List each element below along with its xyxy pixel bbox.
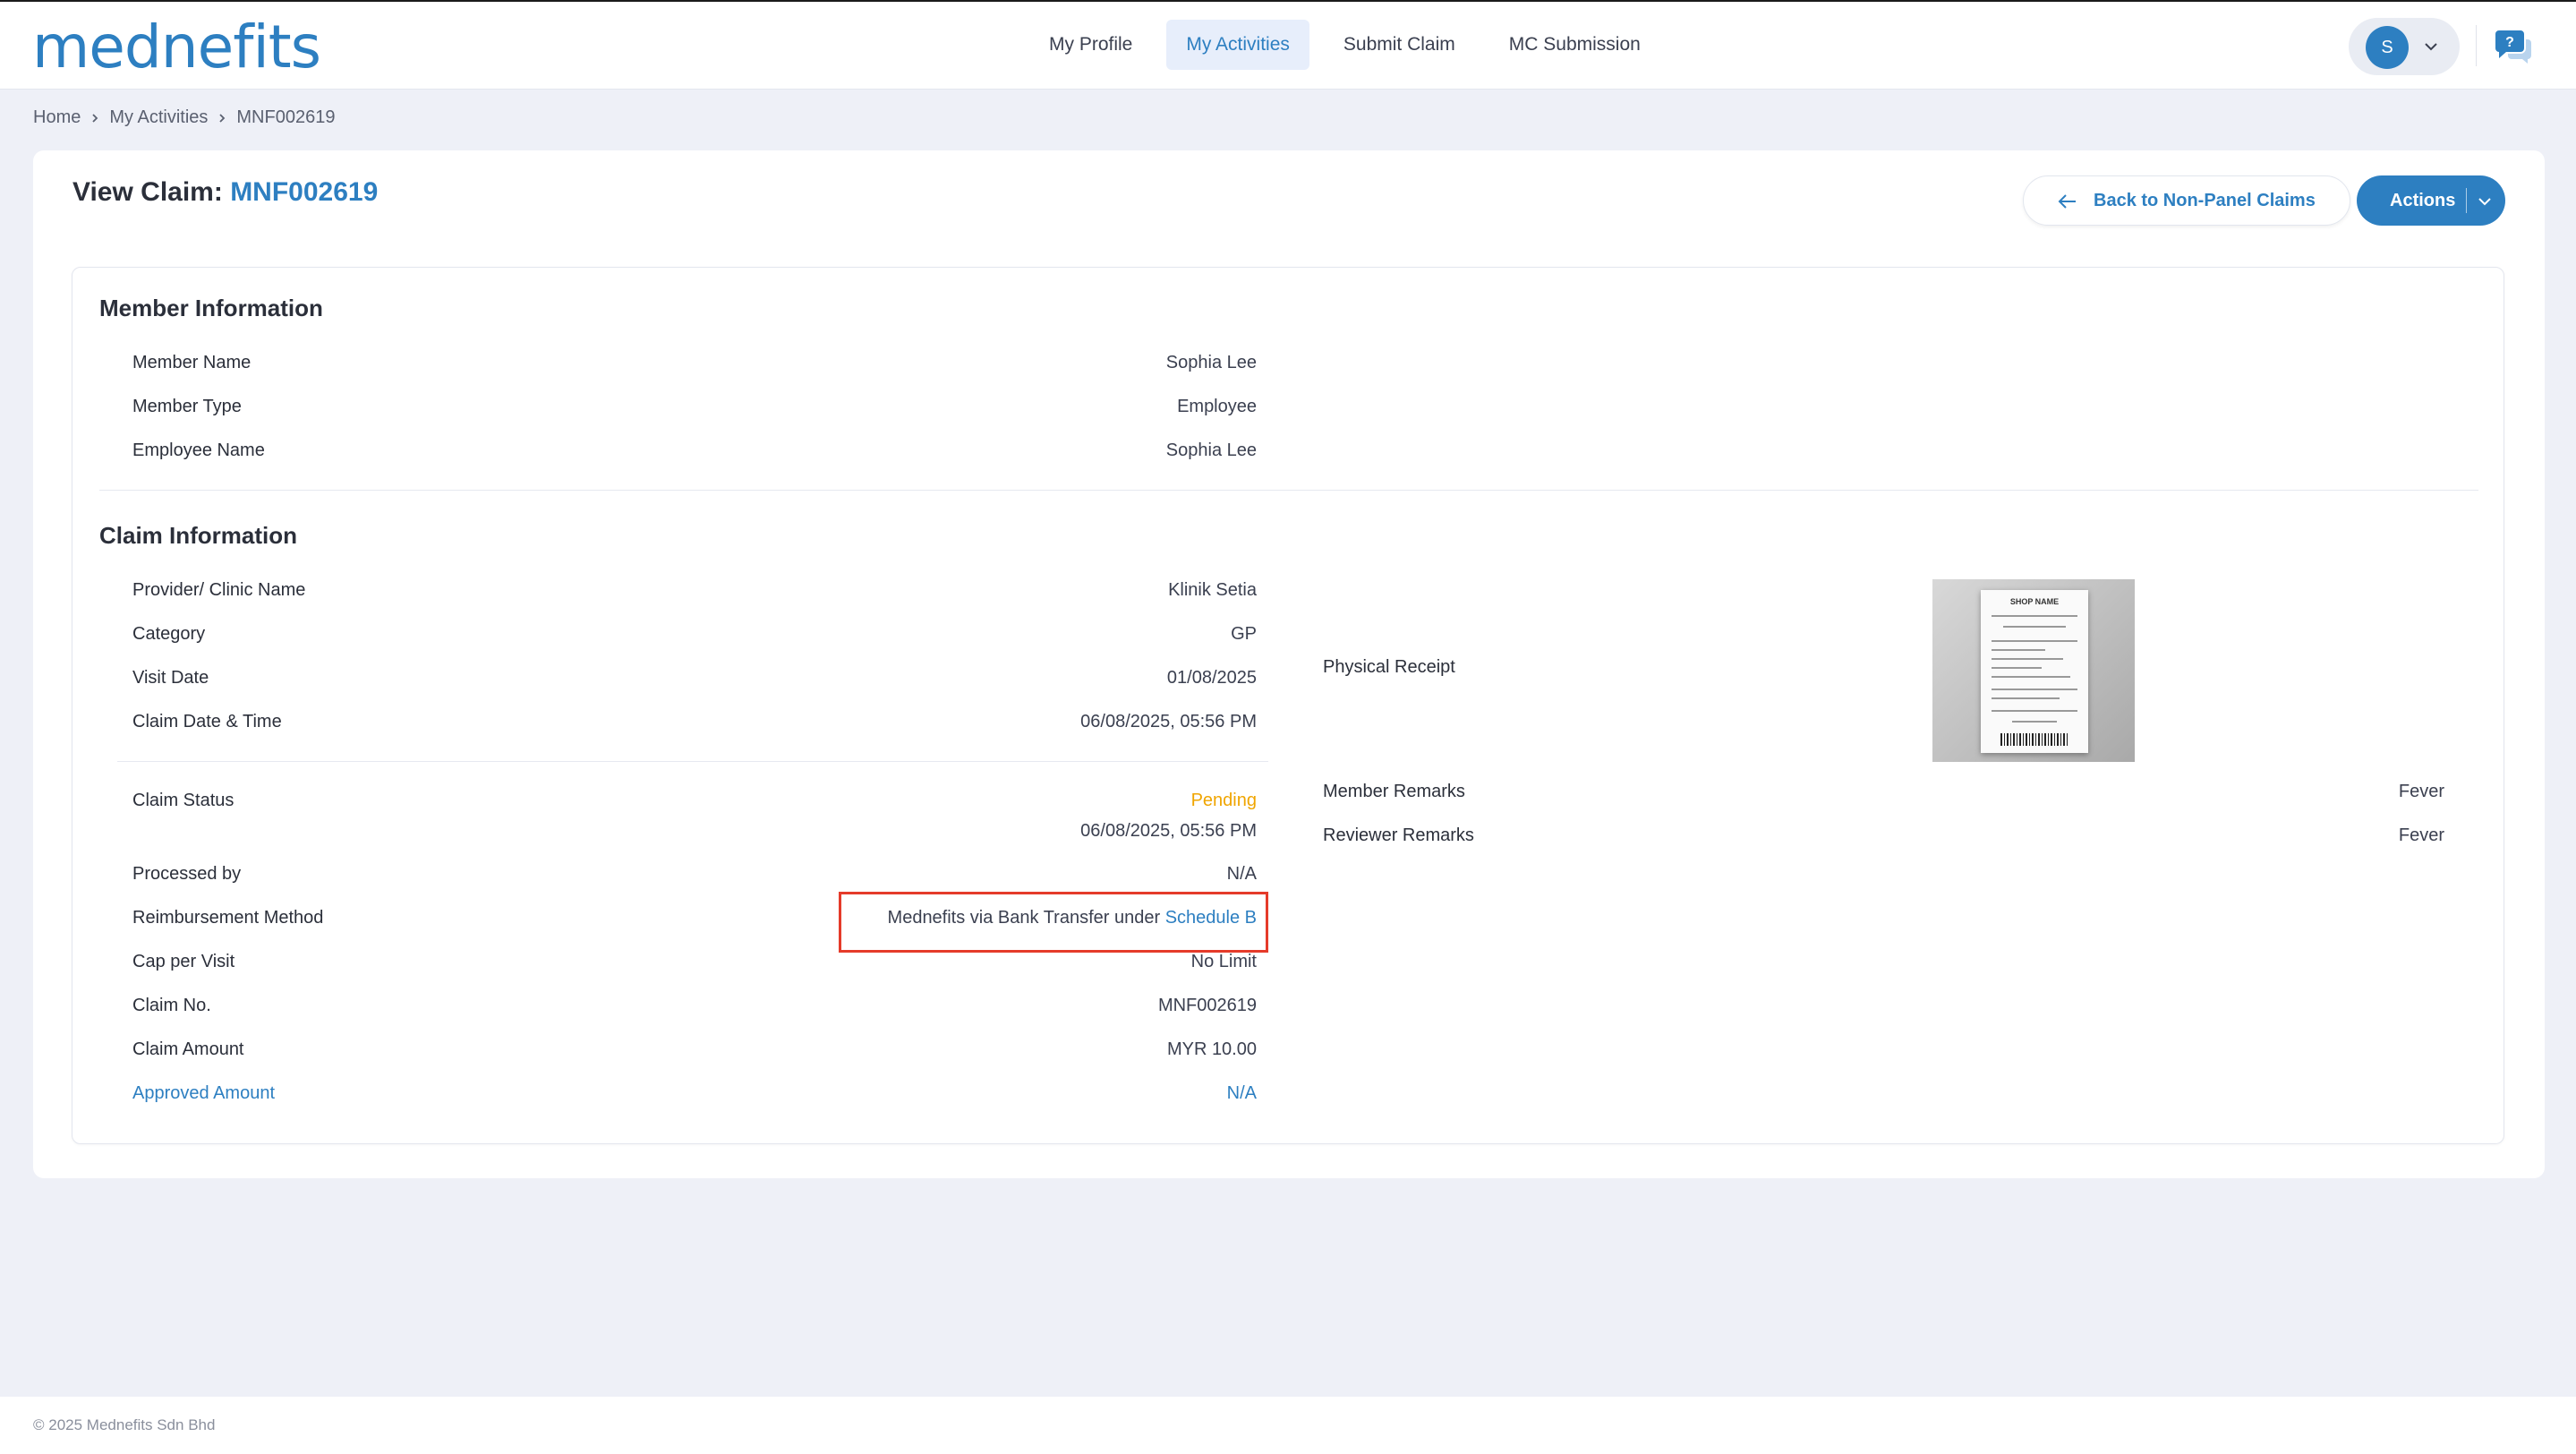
receipt-line xyxy=(1992,649,2045,651)
section-divider xyxy=(99,490,2478,491)
claim-details-panel: Member Information Member Name Sophia Le… xyxy=(72,267,2504,1144)
provider-label: Provider/ Clinic Name xyxy=(132,580,306,600)
provider-value: Klinik Setia xyxy=(1168,580,1257,600)
arrow-left-icon xyxy=(2058,194,2076,209)
receipt-line xyxy=(1992,658,2063,660)
member-remarks-value: Fever xyxy=(2398,782,2444,801)
claim-status-label: Claim Status xyxy=(132,791,235,810)
employee-name-label: Employee Name xyxy=(132,440,265,460)
approved-amount-label: Approved Amount xyxy=(132,1083,275,1103)
chevron-right-icon xyxy=(92,113,98,123)
cap-per-visit-value: No Limit xyxy=(1190,952,1257,971)
divider xyxy=(2476,25,2477,66)
highlight-box xyxy=(839,892,1268,953)
main-nav: My Profile My Activities Submit Claim MC… xyxy=(1029,20,1660,70)
reviewer-remarks-value: Fever xyxy=(2398,825,2444,845)
claim-amount-value: MYR 10.00 xyxy=(1166,1039,1257,1059)
claim-status-value: Pending xyxy=(1190,791,1257,810)
actions-button-label: Actions xyxy=(2390,191,2456,210)
actions-split-divider xyxy=(2466,188,2467,213)
receipt-paper: SHOP NAME xyxy=(1981,590,2088,753)
claim-date-time-label: Claim Date & Time xyxy=(132,712,282,731)
actions-button[interactable]: Actions xyxy=(2357,175,2505,226)
processed-by-value: N/A xyxy=(1226,864,1257,884)
help-chat-icon[interactable]: ? xyxy=(2494,27,2533,66)
receipt-line xyxy=(2012,721,2057,723)
claim-info-title: Claim Information xyxy=(99,522,298,549)
svg-text:?: ? xyxy=(2505,35,2514,50)
receipt-line xyxy=(1992,676,2070,678)
category-label: Category xyxy=(132,624,206,644)
member-type-label: Member Type xyxy=(132,397,242,416)
page-title: View Claim: MNF002619 xyxy=(73,177,378,208)
footer: © 2025 Mednefits Sdn Bhd xyxy=(0,1397,2576,1454)
chevron-down-icon xyxy=(2425,43,2437,51)
member-type-value: Employee xyxy=(1177,397,1257,416)
claim-amount-label: Claim Amount xyxy=(132,1039,244,1059)
back-to-non-panel-claims-button[interactable]: Back to Non-Panel Claims xyxy=(2023,175,2350,226)
claim-card: View Claim: MNF002619 Back to Non-Panel … xyxy=(33,150,2545,1178)
breadcrumb-home[interactable]: Home xyxy=(33,107,81,128)
top-navbar: mednefits My Profile My Activities Submi… xyxy=(0,0,2576,90)
page-title-prefix: View Claim: xyxy=(73,177,223,207)
claim-divider xyxy=(117,761,1268,762)
member-name-value: Sophia Lee xyxy=(1165,353,1257,372)
footer-copyright: © 2025 Mednefits Sdn Bhd xyxy=(33,1416,216,1433)
nav-mc-submission[interactable]: MC Submission xyxy=(1489,20,1660,70)
approved-amount-value: N/A xyxy=(1226,1083,1257,1103)
visit-date-label: Visit Date xyxy=(132,668,209,688)
receipt-thumbnail[interactable]: SHOP NAME xyxy=(1932,579,2135,762)
page-title-claim-id: MNF002619 xyxy=(230,177,379,207)
receipt-line xyxy=(1992,689,2077,690)
member-name-label: Member Name xyxy=(132,353,252,372)
member-remarks-label: Member Remarks xyxy=(1323,782,1465,801)
physical-receipt-label: Physical Receipt xyxy=(1323,657,1455,677)
receipt-line xyxy=(1992,615,2077,617)
breadcrumb-my-activities[interactable]: My Activities xyxy=(109,107,208,128)
processed-by-label: Processed by xyxy=(132,864,242,884)
nav-submit-claim[interactable]: Submit Claim xyxy=(1324,20,1475,70)
nav-my-profile[interactable]: My Profile xyxy=(1029,20,1152,70)
user-menu-button[interactable]: S xyxy=(2349,18,2460,75)
member-info-title: Member Information xyxy=(99,295,323,321)
reimbursement-method-label: Reimbursement Method xyxy=(132,908,324,928)
claim-no-value: MNF002619 xyxy=(1157,996,1257,1015)
claim-no-label: Claim No. xyxy=(132,996,211,1015)
breadcrumb: Home My Activities MNF002619 xyxy=(33,107,335,128)
category-value: GP xyxy=(1231,624,1257,644)
visit-date-value: 01/08/2025 xyxy=(1166,668,1257,688)
chevron-down-icon[interactable] xyxy=(2477,193,2493,210)
nav-my-activities[interactable]: My Activities xyxy=(1166,20,1309,70)
claim-status-datetime: 06/08/2025, 05:56 PM xyxy=(1080,821,1257,841)
receipt-shop-name: SHOP NAME xyxy=(2009,597,2060,606)
chevron-right-icon xyxy=(219,113,226,123)
receipt-line xyxy=(1992,640,2077,642)
receipt-line xyxy=(1992,710,2077,712)
claim-date-time-value: 06/08/2025, 05:56 PM xyxy=(1080,712,1257,731)
avatar: S xyxy=(2366,26,2409,69)
back-button-label: Back to Non-Panel Claims xyxy=(2094,191,2316,210)
cap-per-visit-label: Cap per Visit xyxy=(132,952,235,971)
receipt-line xyxy=(2003,626,2066,628)
receipt-barcode xyxy=(2000,733,2068,746)
employee-name-value: Sophia Lee xyxy=(1165,440,1257,460)
receipt-line xyxy=(1992,697,2060,699)
reviewer-remarks-label: Reviewer Remarks xyxy=(1323,825,1474,845)
breadcrumb-current: MNF002619 xyxy=(236,107,336,127)
receipt-line xyxy=(1992,667,2042,669)
mednefits-logo[interactable]: mednefits xyxy=(32,16,321,79)
